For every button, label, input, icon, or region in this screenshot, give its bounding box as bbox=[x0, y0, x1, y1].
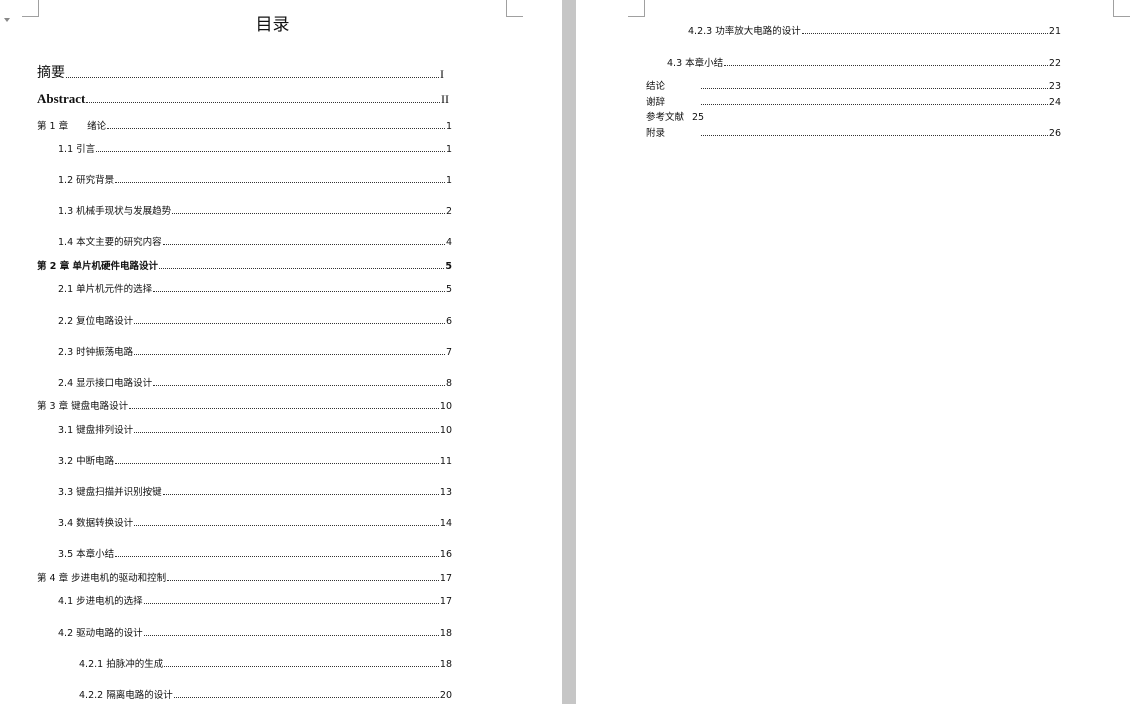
toc-entry[interactable]: 3.4 数据转换设计 14 bbox=[58, 515, 452, 529]
toc-entry[interactable]: 附录 26 bbox=[646, 125, 1061, 139]
toc-entry[interactable]: 2.1 单片机元件的选择 5 bbox=[58, 281, 452, 295]
toc-entry[interactable]: 第 3 章 键盘电路设计 10 bbox=[37, 398, 452, 412]
toc-title: 目录 bbox=[255, 15, 290, 35]
toc-entry[interactable]: 3.1 键盘排列设计 10 bbox=[58, 422, 452, 436]
toc-entry[interactable]: Abstract II bbox=[37, 91, 449, 107]
toc-entry[interactable]: 4.2 驱动电路的设计 18 bbox=[58, 625, 452, 639]
document-page-left: 目录 摘要 I Abstract II 第 1 章 绪论 1 1.1 引言 1 1.2 … bbox=[0, 0, 562, 704]
toc-entry[interactable]: 4.3 本章小结 22 bbox=[667, 55, 1061, 69]
document-page-right: 4.2.3 功率放大电路的设计 21 4.3 本章小结 22 结论 23 谢辞 24 参… bbox=[576, 0, 1131, 704]
toc-entry[interactable]: 第 2 章 单片机硬件电路设计 5 bbox=[37, 258, 452, 272]
toc-entry[interactable]: 4.1 步进电机的选择 17 bbox=[58, 593, 452, 607]
toc-entry[interactable]: 谢辞 24 bbox=[646, 94, 1061, 108]
page-gutter bbox=[562, 0, 576, 704]
toc-entry[interactable]: 2.2 复位电路设计 6 bbox=[58, 313, 452, 327]
toc-entry[interactable]: 参考文献 25 bbox=[646, 109, 712, 123]
toc-entry[interactable]: 结论 23 bbox=[646, 78, 1061, 92]
toc-entry[interactable]: 2.3 时钟振荡电路 7 bbox=[58, 344, 452, 358]
toc-entry[interactable]: 1.1 引言 1 bbox=[58, 141, 452, 155]
toc-entry[interactable]: 3.5 本章小结 16 bbox=[58, 546, 452, 560]
toc-entry[interactable]: 3.2 中断电路 11 bbox=[58, 453, 452, 467]
toc-entry[interactable]: 1.3 机械手现状与发展趋势 2 bbox=[58, 203, 452, 217]
toc-entry[interactable]: 第 4 章 步进电机的驱动和控制 17 bbox=[37, 570, 452, 584]
toc-entry[interactable]: 4.2.1 拍脉冲的生成 18 bbox=[79, 656, 452, 670]
crop-mark bbox=[1113, 0, 1130, 17]
toc-entry[interactable]: 第 1 章 绪论 1 bbox=[37, 118, 452, 132]
toc-entry[interactable]: 2.4 显示接口电路设计 8 bbox=[58, 375, 452, 389]
toc-entry[interactable]: 4.2.2 隔离电路的设计 20 bbox=[79, 687, 452, 701]
toc-entry[interactable]: 3.3 键盘扫描并识别按键 13 bbox=[58, 484, 452, 498]
toc-entry[interactable]: 1.2 研究背景 1 bbox=[58, 172, 452, 186]
toc-entry[interactable]: 1.4 本文主要的研究内容 4 bbox=[58, 234, 452, 248]
toc-entry[interactable]: 4.2.3 功率放大电路的设计 21 bbox=[688, 23, 1061, 37]
toc-entry[interactable]: 摘要 I bbox=[37, 62, 444, 82]
crop-mark bbox=[628, 0, 645, 17]
